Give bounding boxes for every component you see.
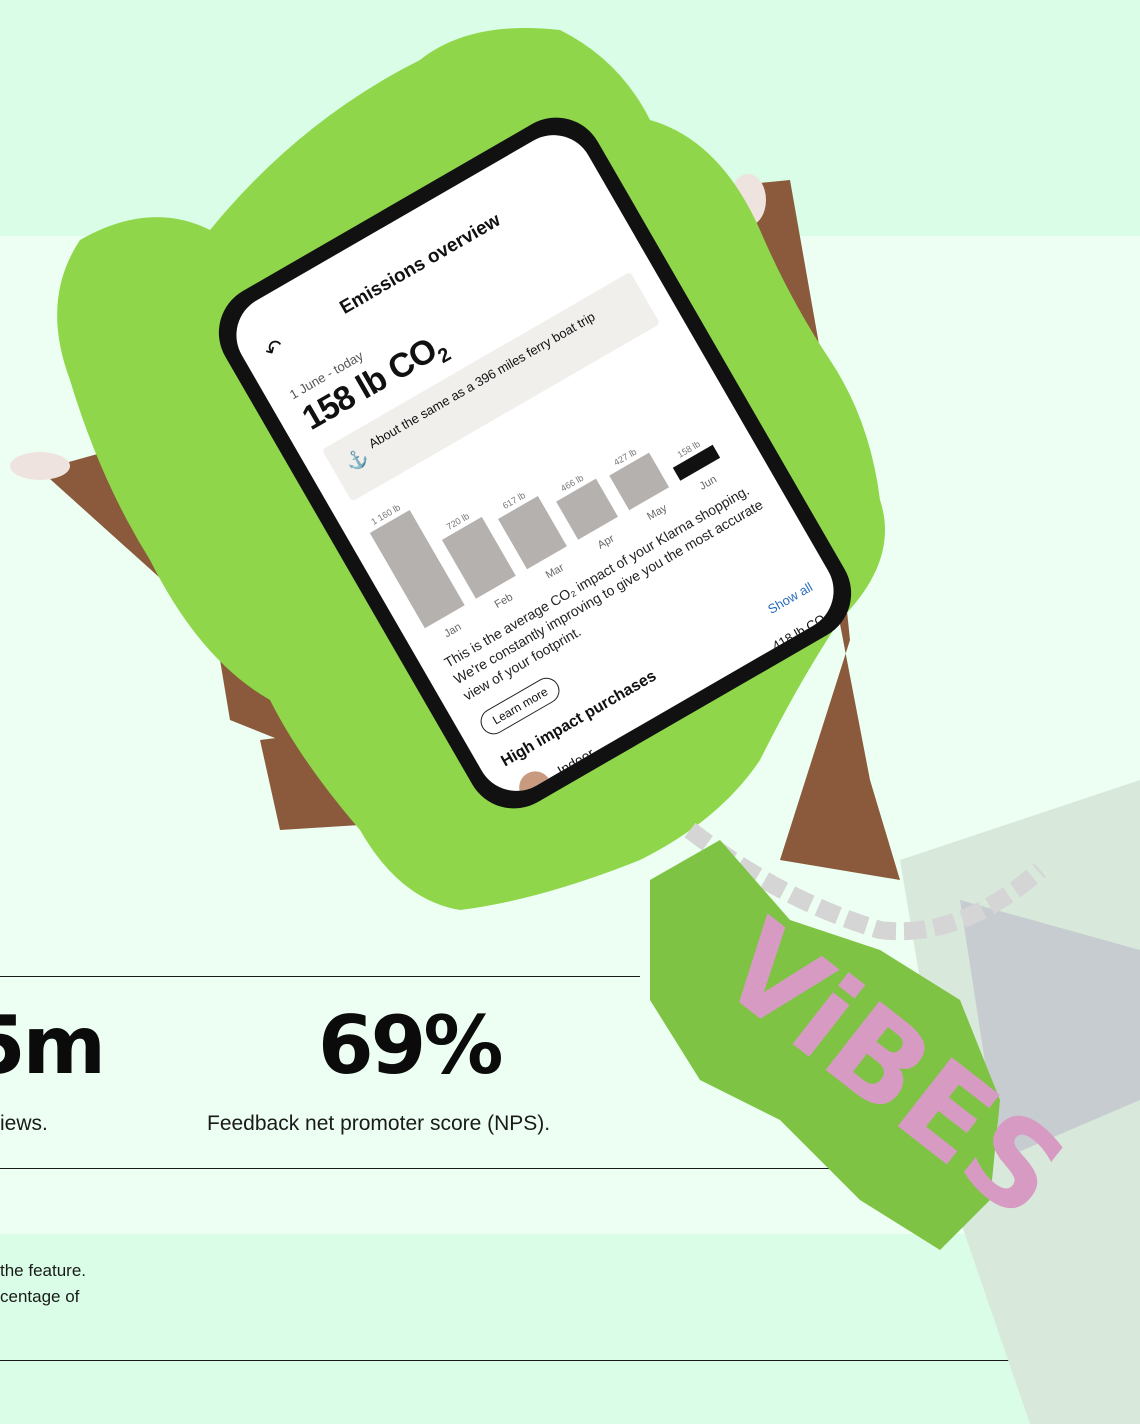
- show-all-link[interactable]: Show all: [765, 579, 815, 617]
- footnote-line-1: the feature.: [0, 1261, 87, 1280]
- divider-bottom: [0, 1360, 1040, 1361]
- stat-views-caption: iews.: [0, 1112, 48, 1135]
- stat-nps-value: 69%: [318, 999, 503, 1092]
- footnote-line-2: centage of: [0, 1287, 80, 1306]
- ferry-icon: ⚓: [341, 445, 372, 474]
- stat-nps-caption: Feedback net promoter score (NPS).: [207, 1112, 551, 1135]
- bottom-band: [0, 1234, 1140, 1424]
- stat-views-value: 5m: [0, 999, 106, 1092]
- divider-top: [0, 976, 640, 977]
- divider-middle: [0, 1168, 1000, 1169]
- footnote: the feature. centage of: [0, 1258, 140, 1310]
